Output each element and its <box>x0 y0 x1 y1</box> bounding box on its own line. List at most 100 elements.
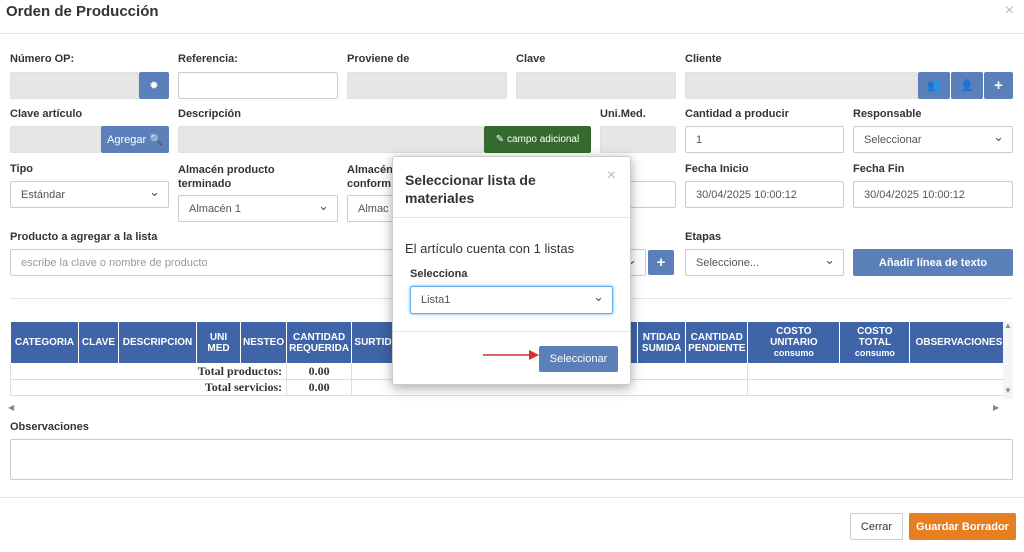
clave-articulo-label: Clave artículo <box>10 108 83 120</box>
clients-button[interactable]: 👥 <box>918 72 950 99</box>
referencia-input[interactable] <box>178 72 338 99</box>
col-clave: CLAVE <box>78 321 119 364</box>
modal-message: El artículo cuenta con 1 listas <box>405 241 575 256</box>
users-icon: 👥 <box>927 80 941 92</box>
clave-field <box>516 72 676 99</box>
fecha-inicio-input[interactable]: 30/04/2025 10:00:12 <box>685 181 844 208</box>
scroll-right-icon[interactable]: ▶ <box>993 403 999 412</box>
agregar-button[interactable]: Agregar 🔍 <box>101 126 169 153</box>
gear-icon: ✹ <box>149 80 159 92</box>
col-cant-pendiente: CANTIDAD PENDIENTE <box>685 321 749 364</box>
agregar-label: Agregar <box>107 133 147 146</box>
guardar-borrador-button[interactable]: Guardar Borrador <box>909 513 1016 540</box>
total-servicios-value: 0.00 <box>286 379 353 396</box>
col-categoria: CATEGORIA <box>10 321 79 364</box>
total-productos-label: Total productos: <box>9 363 288 380</box>
almacen-nc-label-line2: conform <box>347 178 391 190</box>
col-nesteo: NESTEO <box>239 321 288 364</box>
col-ccons-1: NTIDAD <box>642 331 681 343</box>
lista-select-value: Lista1 <box>421 294 451 306</box>
numero-op-field <box>10 72 139 99</box>
tipo-select[interactable]: Estándar <box>10 181 169 208</box>
col-creq-1: CANTIDAD <box>293 331 346 343</box>
campo-adicional-label: campo adicional <box>506 134 580 145</box>
unimed-field <box>600 126 676 153</box>
proviene-field <box>347 72 507 99</box>
scroll-up-icon[interactable]: ▲ <box>1003 321 1013 330</box>
modal-close-icon[interactable]: × <box>607 167 616 185</box>
col-cu-2: UNITARIO <box>770 337 818 348</box>
responsable-value: Seleccionar <box>864 133 922 146</box>
gear-button[interactable]: ✹ <box>139 72 169 99</box>
descripcion-label: Descripción <box>178 108 241 120</box>
modal-divider <box>393 217 630 218</box>
search-icon: 🔍 <box>149 134 163 146</box>
almacen-pt-label: Almacén producto terminado <box>178 163 275 191</box>
clave-label: Clave <box>516 53 546 65</box>
lista-select[interactable]: Lista1 <box>410 286 613 314</box>
cliente-field <box>685 72 918 99</box>
col-unimed-2: MED <box>207 342 230 354</box>
edit-client-button[interactable]: 👤 <box>951 72 983 99</box>
fecha-inicio-label: Fecha Inicio <box>685 163 749 175</box>
plus-icon: + <box>656 254 666 271</box>
almacen-nc-value: Almac <box>358 202 389 215</box>
selecciona-label: Selecciona <box>410 268 468 280</box>
close-icon[interactable]: × <box>1005 2 1014 20</box>
almacen-pt-label-line2: terminado <box>178 178 232 190</box>
observaciones-label: Observaciones <box>10 421 89 433</box>
almacen-nc-label: Almacén conform <box>347 163 393 191</box>
cliente-label: Cliente <box>685 53 722 65</box>
modal-title-line2: materiales <box>405 190 475 206</box>
almacen-pt-value: Almacén 1 <box>189 202 241 215</box>
numero-op-label: Número OP: <box>10 53 75 65</box>
col-cu-3: consumo <box>773 348 814 358</box>
descripcion-field <box>178 126 484 153</box>
campo-adicional-button[interactable]: ✎ campo adicional <box>484 126 591 153</box>
observaciones-textarea[interactable] <box>10 439 1013 480</box>
producto-label: Producto a agregar a la lista <box>10 231 158 243</box>
etapas-value: Seleccione... <box>696 256 759 269</box>
cantidad-label: Cantidad a producir <box>685 108 789 120</box>
col-cpend-2: PENDIENTE <box>688 342 746 354</box>
col-creq-2: REQUERIDA <box>289 342 350 354</box>
col-cu-1: COSTO <box>776 326 812 337</box>
table-cell <box>747 363 1009 380</box>
add-product-button[interactable]: + <box>648 250 674 275</box>
producto-search-input[interactable]: escribe la clave o nombre de producto <box>10 249 400 276</box>
seleccionar-button[interactable]: Seleccionar <box>539 346 618 372</box>
col-ct-2: TOTAL <box>858 337 892 348</box>
anadir-linea-button[interactable]: Añadir línea de texto <box>853 249 1013 276</box>
cerrar-button[interactable]: Cerrar <box>850 513 903 540</box>
responsable-select[interactable]: Seleccionar <box>853 126 1013 153</box>
tipo-value: Estándar <box>21 188 66 201</box>
edit-icon: ✎ <box>495 134 505 145</box>
vertical-scrollbar[interactable]: ▲ ▼ <box>1003 321 1013 399</box>
add-client-button[interactable]: + <box>984 72 1013 99</box>
cantidad-input[interactable]: 1 <box>685 126 844 153</box>
select-list-modal: Seleccionar lista de materiales × El art… <box>392 156 631 385</box>
etapas-label: Etapas <box>685 231 722 243</box>
col-cpend-1: CANTIDAD <box>690 331 743 343</box>
unimed-label: Uni.Med. <box>600 108 646 120</box>
tipo-label: Tipo <box>10 163 34 175</box>
col-costo-unitario: COSTO UNITARIO consumo <box>747 321 841 364</box>
scroll-down-icon[interactable]: ▼ <box>1003 386 1013 395</box>
user-edit-icon: 👤 <box>960 80 974 92</box>
divider <box>0 497 1024 498</box>
proviene-label: Proviene de <box>347 53 410 65</box>
almacen-pt-label-line1: Almacén producto <box>178 164 275 176</box>
col-ct-1: COSTO <box>857 326 893 337</box>
plus-icon: + <box>994 77 1003 94</box>
col-ccons-2: SUMIDA <box>641 342 682 354</box>
clave-articulo-field <box>10 126 101 153</box>
red-arrow-icon <box>483 350 539 360</box>
col-unimed: UNI MED <box>196 321 241 364</box>
scroll-left-icon[interactable]: ◀ <box>8 403 14 412</box>
col-costo-total: COSTO TOTAL consumo <box>839 321 911 364</box>
almacen-pt-select[interactable]: Almacén 1 <box>178 195 338 222</box>
etapas-select[interactable]: Seleccione... <box>685 249 844 276</box>
col-observaciones: OBSERVACIONES <box>909 321 1009 364</box>
page-title: Orden de Producción <box>6 3 159 20</box>
fecha-fin-input[interactable]: 30/04/2025 10:00:12 <box>853 181 1013 208</box>
